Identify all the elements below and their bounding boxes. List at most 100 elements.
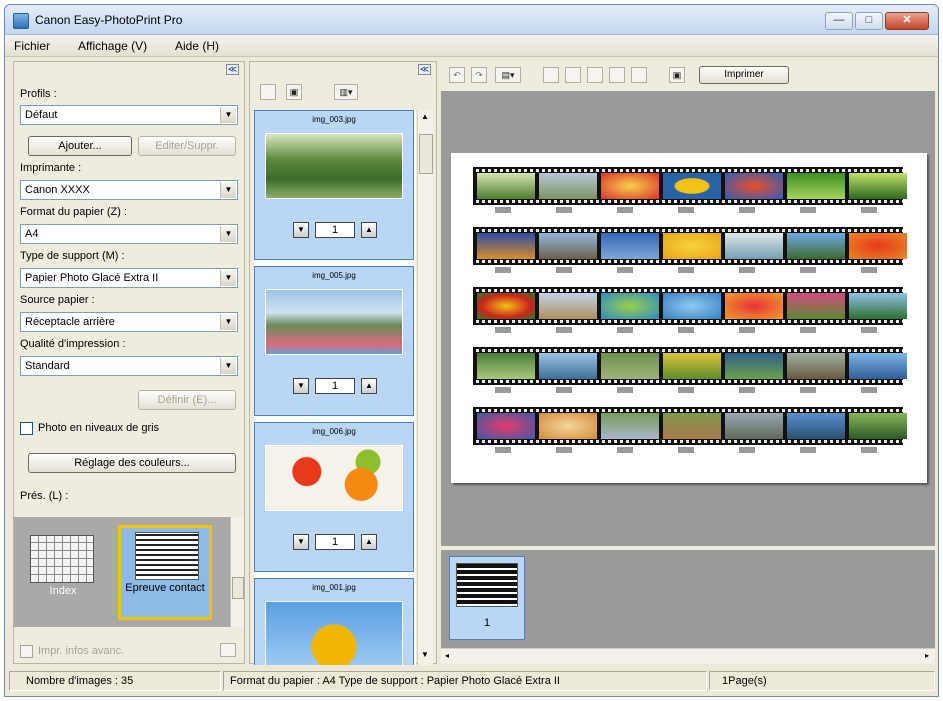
title-bar: Canon Easy-PhotoPrint Pro — □ ✕ xyxy=(5,5,938,35)
settings-panel: ≪ Profils : Défaut ▼ Ajouter... Editer/Su… xyxy=(13,61,245,664)
edit-profile-button[interactable]: Editer/Suppr. xyxy=(138,136,236,156)
grayscale-label: Photo en niveaux de gris xyxy=(38,422,160,434)
grayscale-checkbox[interactable] xyxy=(20,422,33,435)
photo-frame xyxy=(787,353,845,379)
copies-value[interactable]: 1 xyxy=(315,378,355,394)
photo-frame xyxy=(601,413,659,439)
scroll-left-icon[interactable]: ◂ xyxy=(445,651,449,660)
print-quality-label: Qualité d'impression : xyxy=(20,338,126,350)
thumbnail-scrollbar[interactable]: ▲ ▼ xyxy=(417,110,433,665)
photo-frame xyxy=(849,353,907,379)
app-window: Canon Easy-PhotoPrint Pro — □ ✕ Fichier … xyxy=(4,4,939,697)
thumbnail-item[interactable]: img_001.jpg xyxy=(254,578,414,665)
decrease-copies-button[interactable]: ▼ xyxy=(293,378,309,394)
grid-icon[interactable] xyxy=(609,67,625,83)
define-quality-button[interactable]: Définir (E)... xyxy=(138,390,236,410)
rotate-right-icon[interactable]: ↷ xyxy=(471,67,487,83)
thumbnail-item[interactable]: img_003.jpg ▼ 1 ▲ xyxy=(254,110,414,260)
paper-info: Format du papier : A4 Type de support : … xyxy=(223,671,707,691)
maximize-button[interactable]: □ xyxy=(855,12,883,30)
printer-info-icon[interactable] xyxy=(220,643,236,657)
menu-view[interactable]: Affichage (V) xyxy=(78,39,147,53)
scroll-right-icon[interactable]: ▸ xyxy=(925,651,929,660)
photo-frame xyxy=(663,413,721,439)
increase-copies-button[interactable]: ▲ xyxy=(361,378,377,394)
zoom-icon[interactable]: ▤▾ xyxy=(495,67,521,83)
decrease-copies-button[interactable]: ▼ xyxy=(293,222,309,238)
photo-frame xyxy=(601,173,659,199)
layout-edit-icon[interactable] xyxy=(631,67,647,83)
photo-frame xyxy=(477,293,535,319)
photo-frame xyxy=(725,173,783,199)
paper-size-value: A4 xyxy=(25,228,39,240)
printer-select[interactable]: Canon XXXX ▼ xyxy=(20,180,238,200)
media-type-select[interactable]: Papier Photo Glacé Extra II ▼ xyxy=(20,268,238,288)
select-all-icon[interactable] xyxy=(260,84,276,100)
photo-frame xyxy=(477,233,535,259)
thumbnail-item[interactable]: img_006.jpg ▼ 1 ▲ xyxy=(254,422,414,572)
media-type-label: Type de support (M) : xyxy=(20,250,125,262)
scroll-up-icon[interactable]: ▲ xyxy=(421,112,429,121)
thumbnail-filename: img_005.jpg xyxy=(312,271,356,280)
deselect-icon[interactable]: ▣ xyxy=(286,84,302,100)
photo-frame xyxy=(849,173,907,199)
print-settings-icon[interactable]: ▣ xyxy=(669,67,685,83)
scrollbar-thumb[interactable] xyxy=(419,134,433,174)
collapse-thumbs-button[interactable]: ≪ xyxy=(418,64,431,75)
film-strip xyxy=(473,407,907,445)
rotate-left-icon[interactable]: ↶ xyxy=(449,67,465,83)
scroll-down-icon[interactable]: ▼ xyxy=(421,650,429,659)
photo-frame xyxy=(849,293,907,319)
color-adjust-button[interactable]: Réglage des couleurs... xyxy=(28,453,236,473)
print-button[interactable]: Imprimer xyxy=(699,66,789,84)
print-quality-select[interactable]: Standard ▼ xyxy=(20,356,238,376)
page-thumbnail-image xyxy=(456,563,518,607)
photo-frame xyxy=(601,233,659,259)
thumbnail-list: img_003.jpg ▼ 1 ▲ img_005.jpg ▼ 1 ▲ img_… xyxy=(254,110,416,665)
thumbnail-filename: img_003.jpg xyxy=(312,115,356,124)
page-count: 1Page(s) xyxy=(709,671,935,691)
layout-label: Prés. (L) : xyxy=(20,490,69,502)
copy-icon[interactable] xyxy=(543,67,559,83)
menu-help[interactable]: Aide (H) xyxy=(175,39,219,53)
photo-frame xyxy=(539,233,597,259)
chevron-down-icon: ▼ xyxy=(220,182,236,198)
add-profile-button[interactable]: Ajouter... xyxy=(28,136,132,156)
copies-value[interactable]: 1 xyxy=(315,534,355,550)
photo-frame xyxy=(849,413,907,439)
photo-frame xyxy=(663,353,721,379)
page-list-scrollbar[interactable]: ◂ ▸ xyxy=(441,648,935,664)
profile-label: Profils : xyxy=(20,88,57,100)
frame-captions xyxy=(473,387,903,393)
advanced-info-checkbox[interactable] xyxy=(20,645,33,658)
minimize-button[interactable]: — xyxy=(825,12,853,30)
photo-frame xyxy=(787,173,845,199)
scrollbar-thumb[interactable] xyxy=(232,577,244,599)
layout-scrollbar[interactable] xyxy=(230,517,244,627)
paper-source-select[interactable]: Réceptacle arrière ▼ xyxy=(20,312,238,332)
index-layout-icon[interactable] xyxy=(30,535,94,583)
profile-select[interactable]: Défaut ▼ xyxy=(20,105,238,125)
fit-icon[interactable] xyxy=(587,67,603,83)
paper-size-select[interactable]: A4 ▼ xyxy=(20,224,238,244)
photo-frame xyxy=(663,173,721,199)
view-mode-icon[interactable]: ▥▾ xyxy=(334,84,358,100)
image-count: Nombre d'images : 35 xyxy=(9,671,221,691)
page-thumbnail[interactable]: 1 xyxy=(449,556,525,640)
paste-icon[interactable] xyxy=(565,67,581,83)
decrease-copies-button[interactable]: ▼ xyxy=(293,534,309,550)
contact-sheet-layout[interactable]: Epreuve contact xyxy=(118,525,212,620)
copies-value[interactable]: 1 xyxy=(315,222,355,238)
increase-copies-button[interactable]: ▲ xyxy=(361,222,377,238)
menu-file[interactable]: Fichier xyxy=(14,39,50,53)
photo-frame xyxy=(477,413,535,439)
collapse-settings-button[interactable]: ≪ xyxy=(226,64,239,75)
photo-frame xyxy=(849,233,907,259)
paper-size-label: Format du papier (Z) : xyxy=(20,206,127,218)
increase-copies-button[interactable]: ▲ xyxy=(361,534,377,550)
photo-frame xyxy=(477,353,535,379)
photo-frame xyxy=(787,233,845,259)
print-quality-value: Standard xyxy=(25,360,70,372)
close-button[interactable]: ✕ xyxy=(885,12,929,30)
thumbnail-item[interactable]: img_005.jpg ▼ 1 ▲ xyxy=(254,266,414,416)
